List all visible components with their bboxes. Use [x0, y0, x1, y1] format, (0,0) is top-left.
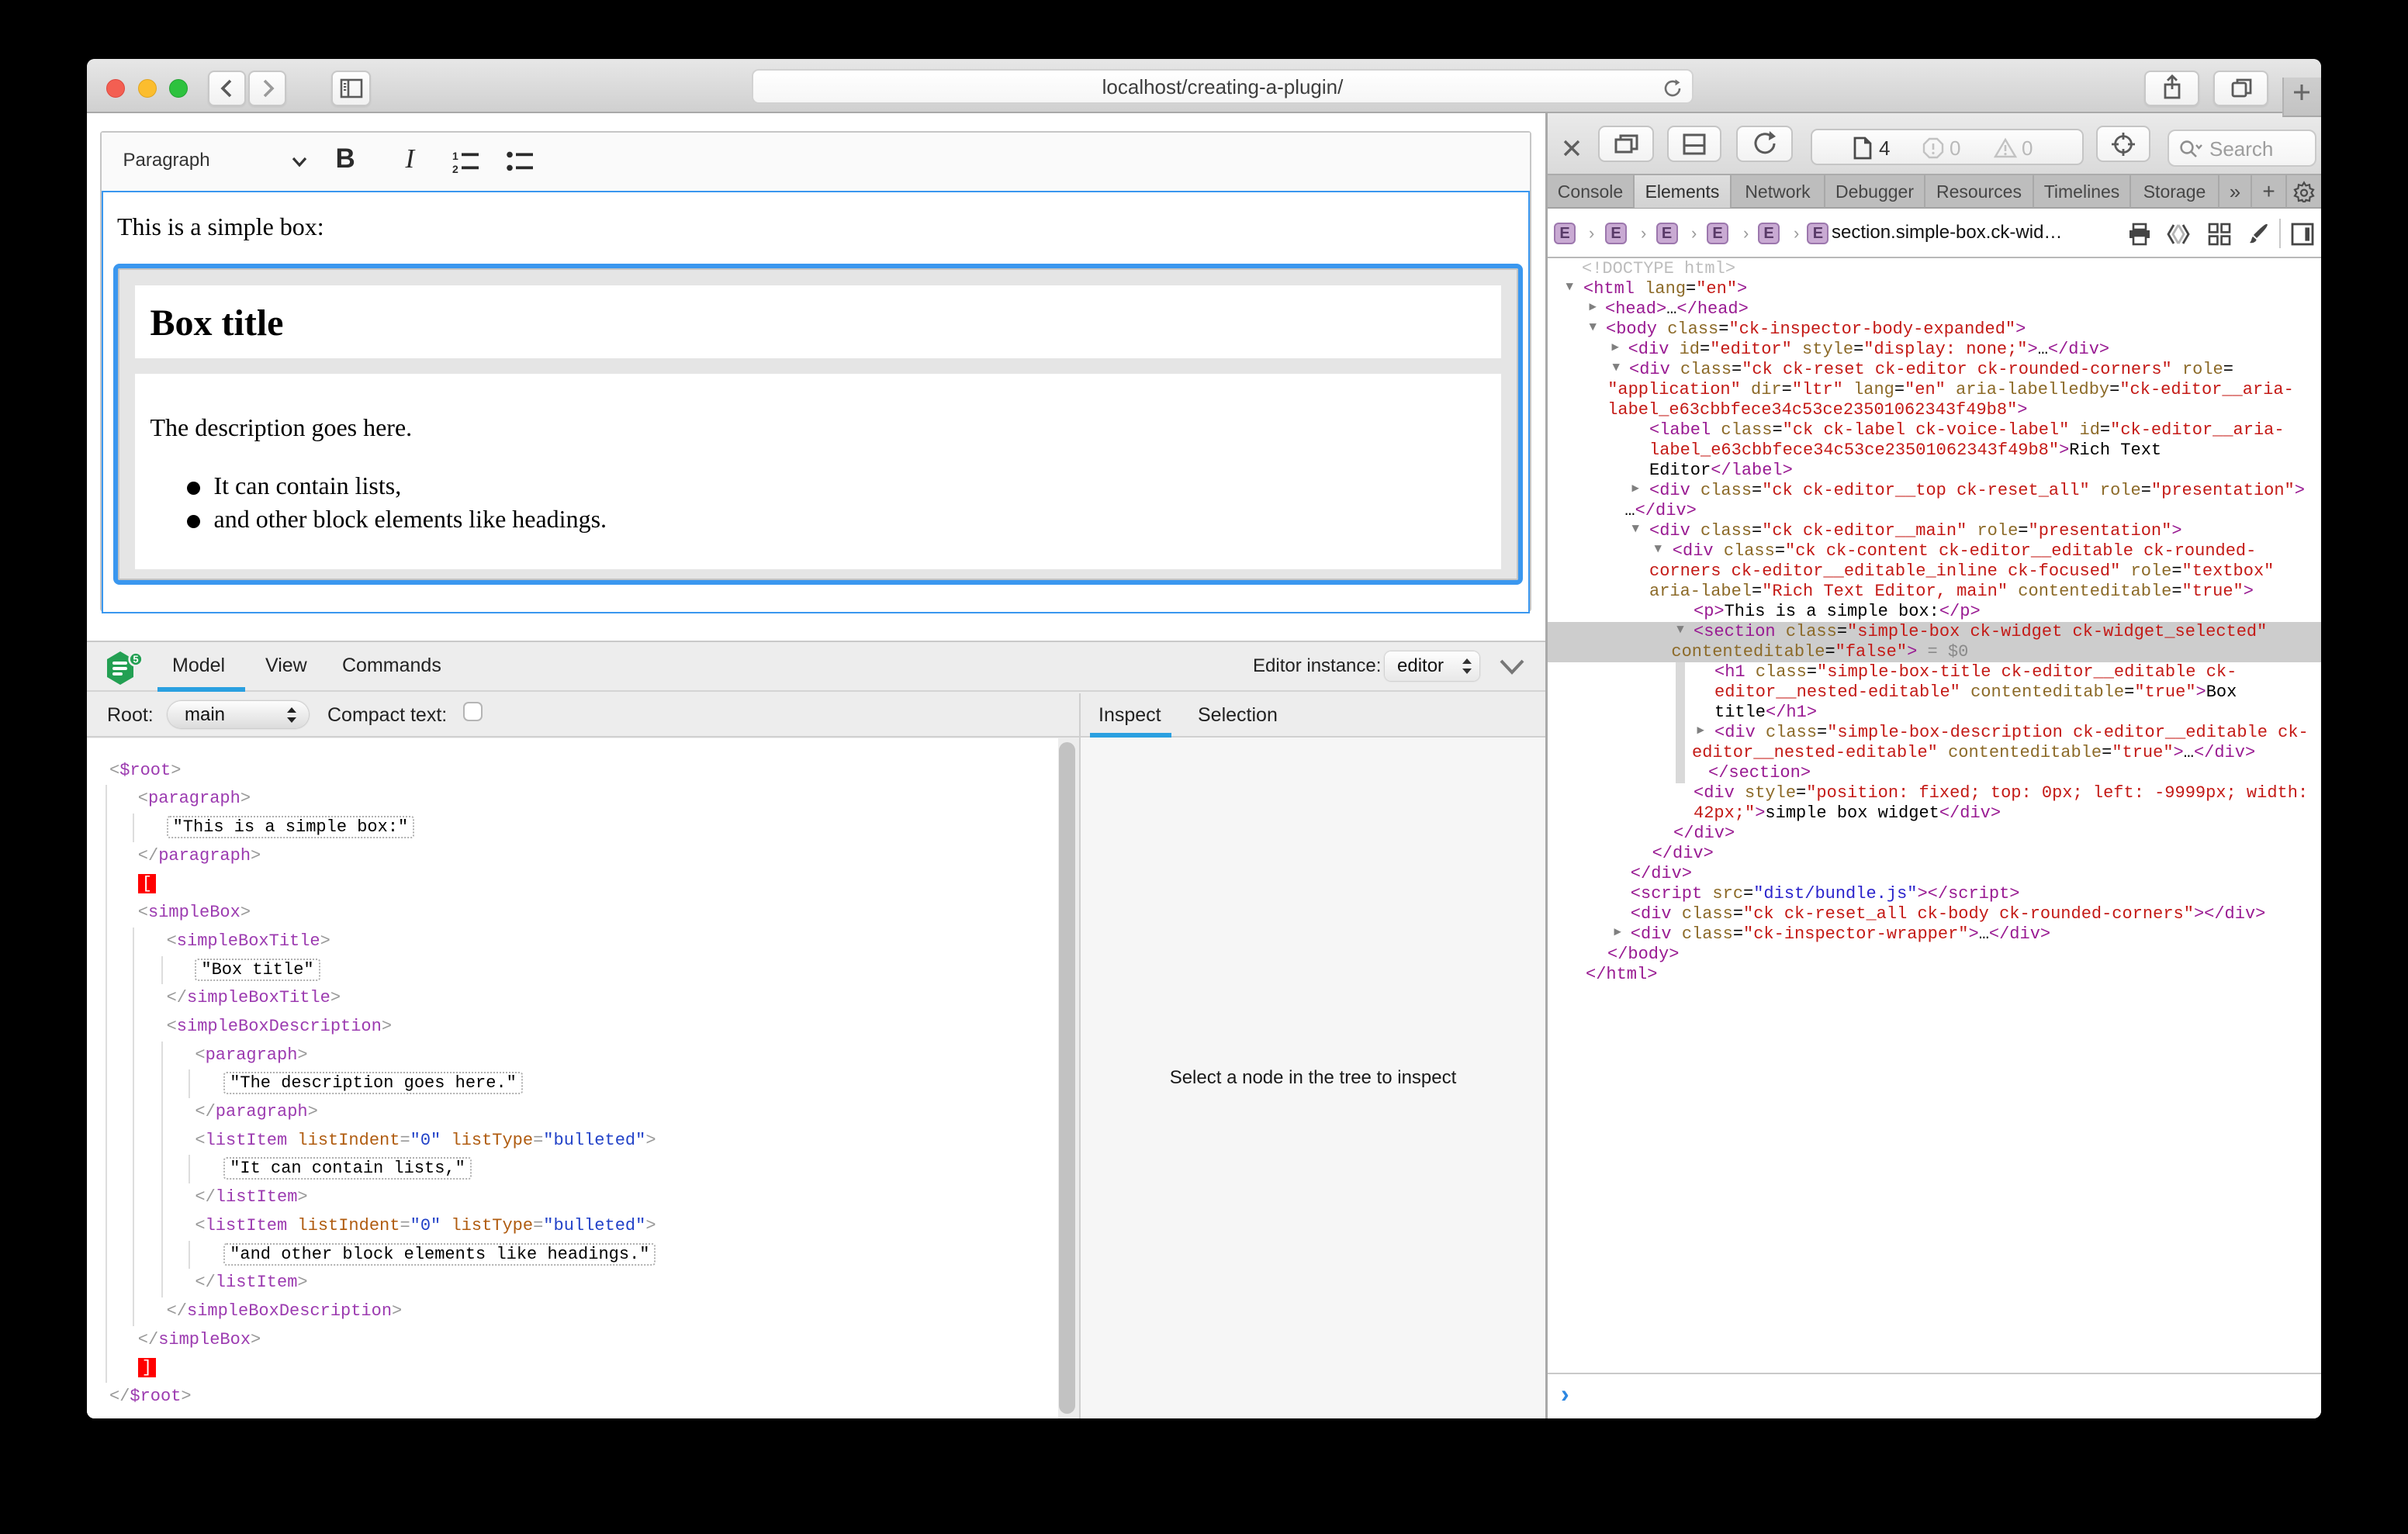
svg-text:1: 1: [452, 150, 458, 162]
svg-text:5: 5: [133, 653, 139, 665]
svg-text:2: 2: [452, 163, 458, 174]
